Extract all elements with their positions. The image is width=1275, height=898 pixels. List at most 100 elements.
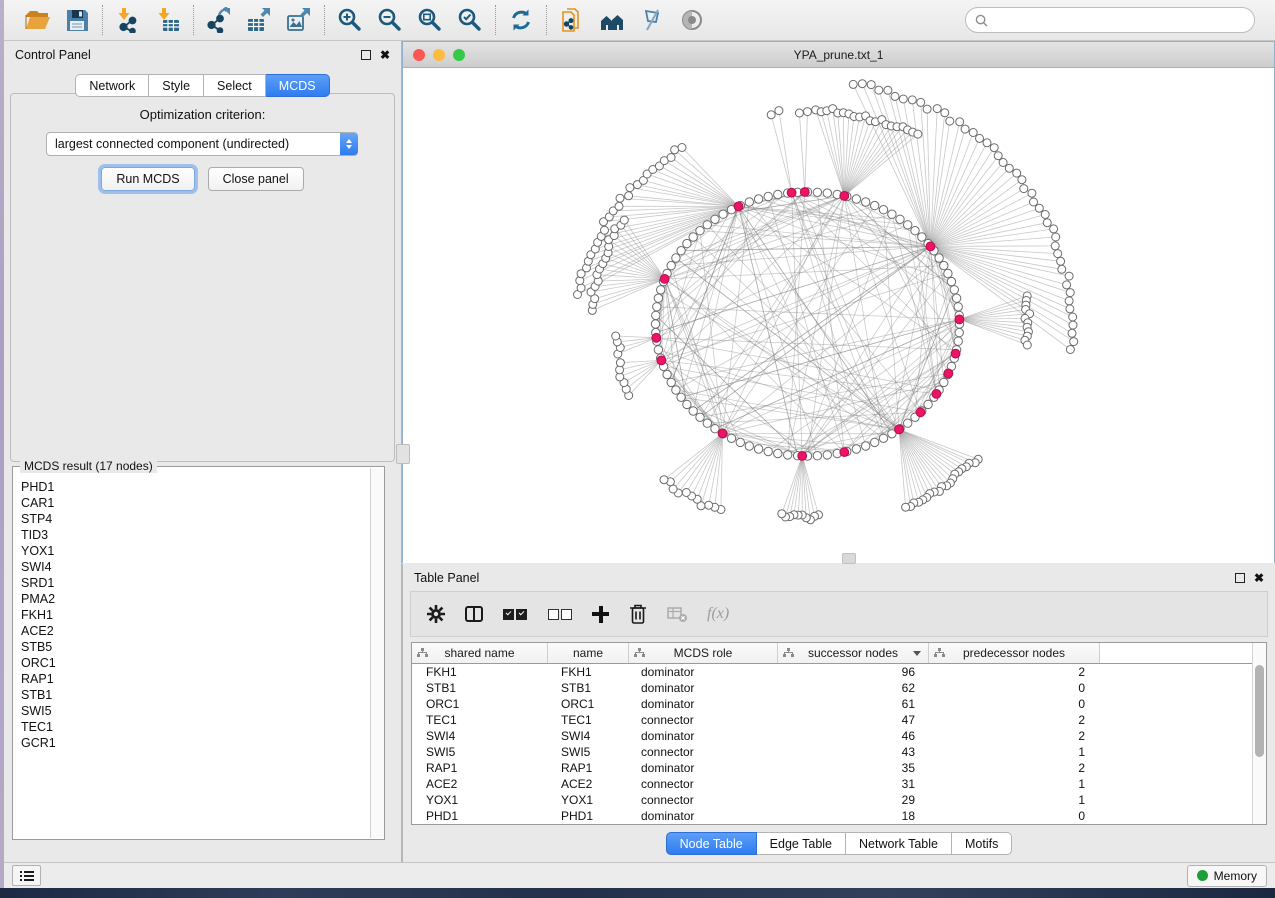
network-canvas[interactable]: [403, 68, 1274, 563]
task-history-button[interactable]: [12, 865, 41, 886]
table-row[interactable]: SWI5SWI5connector431: [412, 744, 1252, 760]
float-panel-icon[interactable]: [361, 50, 371, 60]
cell-MCDS-role: dominator: [627, 761, 775, 775]
network-document-icon[interactable]: [559, 7, 585, 33]
refresh-layout-icon[interactable]: [508, 7, 534, 33]
column-header-shared-name[interactable]: shared name: [412, 643, 548, 663]
export-table-icon[interactable]: [246, 7, 272, 33]
zoom-in-icon[interactable]: [337, 7, 363, 33]
hide-selected-icon[interactable]: [639, 7, 665, 33]
table-row[interactable]: TEC1TEC1connector472: [412, 712, 1252, 728]
tab-select[interactable]: Select: [204, 74, 266, 97]
mcds-result-item[interactable]: SWI5: [21, 703, 370, 719]
mcds-result-item[interactable]: TID3: [21, 527, 370, 543]
export-network-icon[interactable]: [206, 7, 232, 33]
minimize-window-icon[interactable]: [433, 49, 445, 61]
mcds-result-item[interactable]: PMA2: [21, 591, 370, 607]
add-icon[interactable]: [592, 602, 609, 626]
mcds-result-item[interactable]: STP4: [21, 511, 370, 527]
table-row[interactable]: STB1STB1dominator620: [412, 680, 1252, 696]
tab-motifs[interactable]: Motifs: [952, 832, 1012, 855]
float-table-panel-icon[interactable]: [1235, 573, 1245, 583]
first-neighbors-icon[interactable]: [599, 7, 625, 33]
tab-edge-table[interactable]: Edge Table: [757, 832, 846, 855]
network-node: [823, 451, 831, 459]
tab-mcds[interactable]: MCDS: [266, 74, 330, 97]
mcds-result-item[interactable]: PHD1: [21, 479, 370, 495]
delete-icon[interactable]: [628, 602, 648, 626]
close-panel-button[interactable]: Close panel: [208, 167, 304, 191]
network-node: [904, 221, 912, 229]
table-row[interactable]: YOX1YOX1connector291: [412, 792, 1252, 808]
export-image-icon[interactable]: [286, 7, 312, 33]
tab-style[interactable]: Style: [149, 74, 204, 97]
leaf-node: [946, 117, 954, 125]
table-scrollbar[interactable]: [1252, 643, 1266, 824]
memory-button[interactable]: Memory: [1187, 865, 1267, 887]
mcds-result-item[interactable]: TEC1: [21, 719, 370, 735]
show-all-icon[interactable]: [679, 7, 705, 33]
tab-network[interactable]: Network: [75, 74, 149, 97]
tab-network-table[interactable]: Network Table: [846, 832, 952, 855]
mcds-result-item[interactable]: ORC1: [21, 655, 370, 671]
mcds-result-item[interactable]: FKH1: [21, 607, 370, 623]
save-session-icon[interactable]: [64, 7, 90, 33]
tab-node-table[interactable]: Node Table: [666, 832, 757, 855]
table-row[interactable]: RAP1RAP1dominator352: [412, 760, 1252, 776]
leaf-node: [1041, 211, 1049, 219]
close-panel-icon[interactable]: ✖: [380, 49, 390, 61]
show-column-icon[interactable]: [465, 602, 483, 626]
run-mcds-button[interactable]: Run MCDS: [101, 167, 194, 191]
mcds-result-item[interactable]: YOX1: [21, 543, 370, 559]
close-table-panel-icon[interactable]: ✖: [1254, 572, 1264, 584]
table-row[interactable]: ORC1ORC1dominator610: [412, 696, 1252, 712]
optimization-criterion-dropdown[interactable]: largest connected component (undirected): [46, 132, 358, 156]
mcds-result-item[interactable]: ACE2: [21, 623, 370, 639]
leaf-node: [804, 108, 812, 116]
network-node: [813, 452, 821, 460]
zoom-out-icon[interactable]: [377, 7, 403, 33]
function-builder-icon-disabled: f(x): [707, 602, 729, 626]
column-header-successor-nodes[interactable]: successor nodes: [778, 643, 929, 663]
column-header-name[interactable]: name: [548, 643, 629, 663]
leaf-node: [660, 476, 668, 484]
cell-MCDS-role: connector: [627, 745, 775, 759]
open-session-icon[interactable]: [24, 7, 50, 33]
close-window-icon[interactable]: [413, 49, 425, 61]
table-settings-gear-icon[interactable]: [426, 602, 446, 626]
mcds-result-item[interactable]: STB5: [21, 639, 370, 655]
column-header-MCDS-role[interactable]: MCDS role: [629, 643, 778, 663]
mcds-result-item[interactable]: GCR1: [21, 735, 370, 751]
maximize-window-icon[interactable]: [453, 49, 465, 61]
mcds-result-scrollbar[interactable]: [370, 468, 384, 838]
column-header-predecessor-nodes[interactable]: predecessor nodes: [929, 643, 1100, 663]
table-row[interactable]: SWI4SWI4dominator462: [412, 728, 1252, 744]
network-node: [924, 400, 932, 408]
search-box[interactable]: [965, 7, 1255, 33]
zoom-fit-icon[interactable]: [417, 7, 443, 33]
mcds-result-item[interactable]: RAP1: [21, 671, 370, 687]
horizontal-divider-handle[interactable]: [842, 553, 856, 564]
mcds-result-item[interactable]: CAR1: [21, 495, 370, 511]
table-row[interactable]: PHD1PHD1dominator180: [412, 808, 1252, 824]
vertical-divider-handle[interactable]: [396, 444, 410, 464]
toolbar-group-refresh: [498, 7, 544, 33]
network-node: [954, 337, 962, 345]
network-titlebar[interactable]: YPA_prune.txt_1: [403, 42, 1274, 68]
mcds-result-item[interactable]: SRD1: [21, 575, 370, 591]
table-row[interactable]: FKH1FKH1dominator962: [412, 664, 1252, 680]
select-all-icon[interactable]: [502, 602, 528, 626]
deselect-all-icon[interactable]: [547, 602, 573, 626]
import-table-icon[interactable]: [155, 7, 181, 33]
zoom-selected-icon[interactable]: [457, 7, 483, 33]
fan-edge: [616, 336, 657, 338]
fan-edge: [799, 113, 804, 192]
leaf-node: [775, 107, 783, 115]
table-scrollbar-thumb[interactable]: [1255, 665, 1264, 757]
import-network-icon[interactable]: [115, 7, 141, 33]
mcds-result-item[interactable]: SWI4: [21, 559, 370, 575]
mcds-result-item[interactable]: STB1: [21, 687, 370, 703]
table-row[interactable]: ACE2ACE2connector311: [412, 776, 1252, 792]
leaf-node: [678, 144, 686, 152]
search-input[interactable]: [994, 12, 1245, 28]
